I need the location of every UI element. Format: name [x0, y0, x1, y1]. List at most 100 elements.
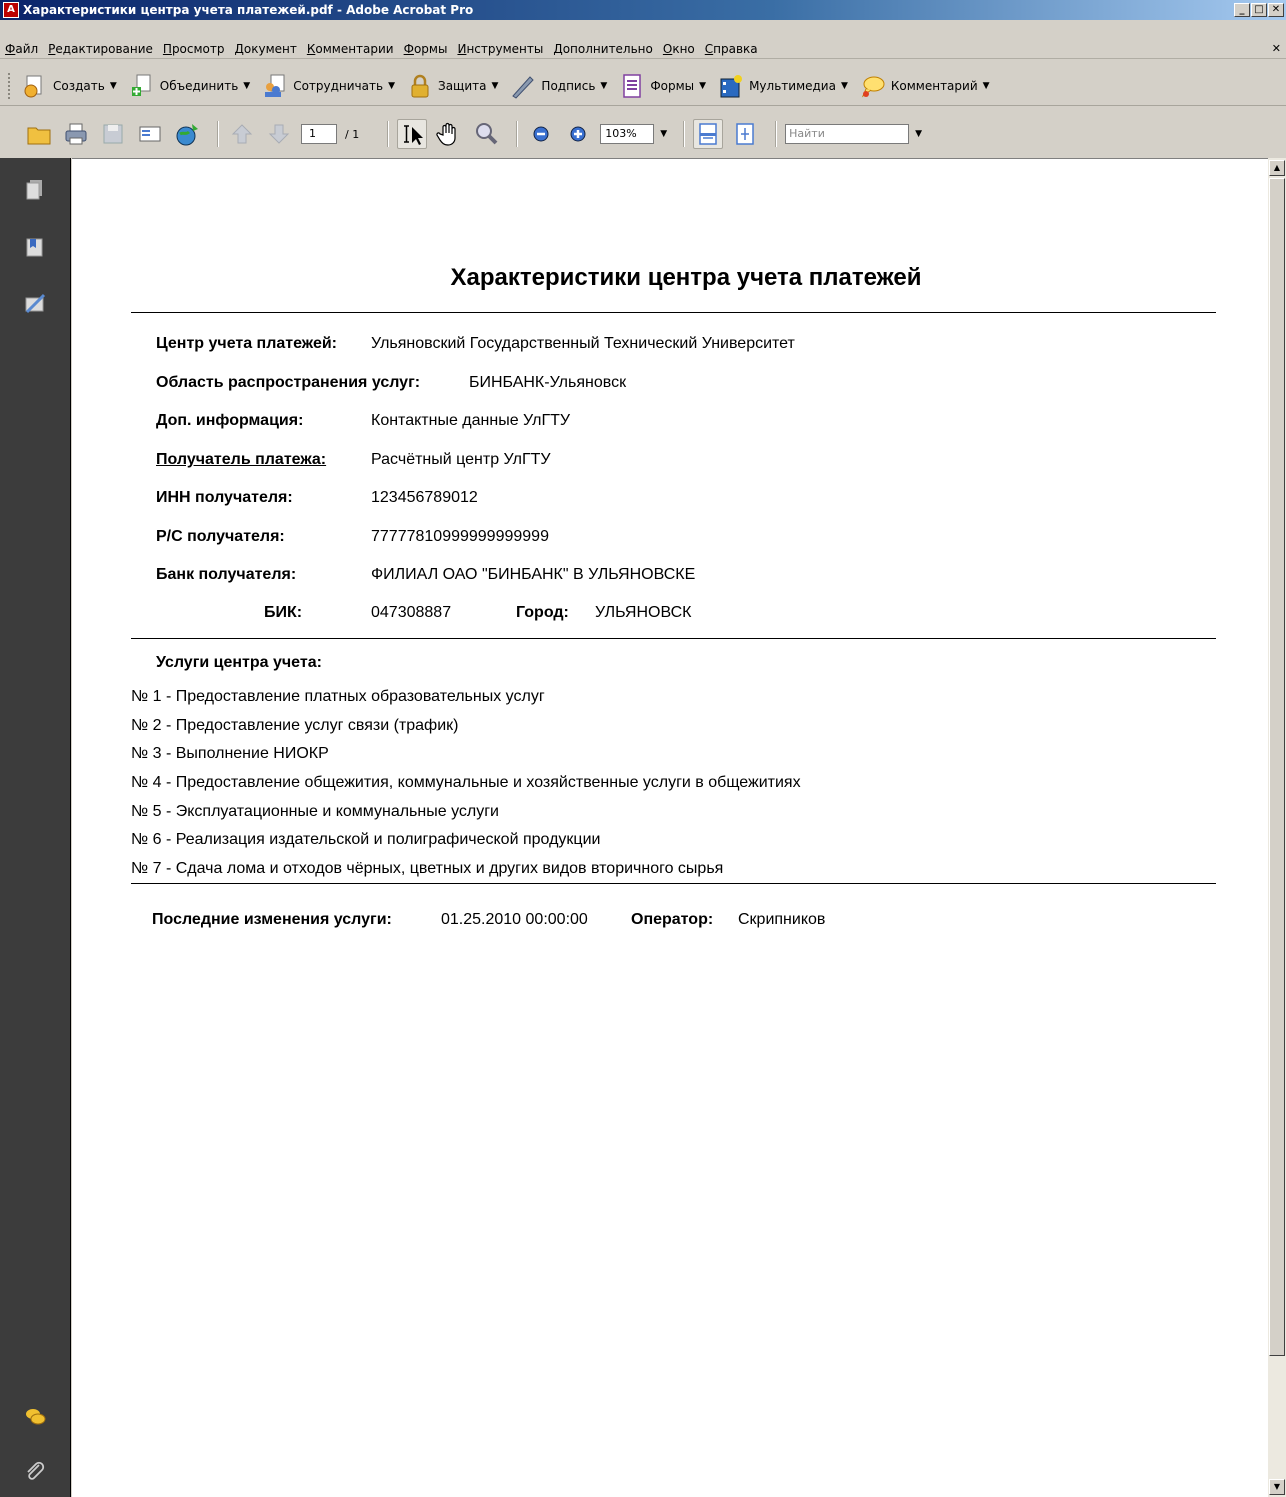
- minimize-button[interactable]: _: [1234, 3, 1250, 17]
- hand-icon: [436, 122, 456, 146]
- divider: [131, 883, 1216, 884]
- comments-panel-button[interactable]: [22, 1404, 48, 1430]
- service-item: № 5 - Эксплуатационные и коммунальные ус…: [131, 803, 499, 820]
- menu-tools[interactable]: Инструменты: [452, 42, 548, 56]
- select-tool-button[interactable]: [397, 119, 428, 149]
- create-label: Создать: [53, 78, 105, 93]
- forms-icon: [623, 73, 642, 98]
- minus-circle-icon: [533, 126, 549, 142]
- toolbar-grip[interactable]: [8, 72, 12, 99]
- fit-page-button[interactable]: [730, 119, 760, 149]
- menu-view[interactable]: Просмотр: [158, 42, 230, 56]
- menu-comments[interactable]: Комментарии: [302, 42, 399, 56]
- attachments-panel-button[interactable]: [22, 1458, 48, 1484]
- scroll-down-button[interactable]: ▼: [1269, 1479, 1285, 1495]
- forms-label: Формы: [650, 78, 695, 93]
- lock-icon: [411, 74, 429, 97]
- save-button[interactable]: [98, 119, 128, 149]
- multimedia-icon: [720, 74, 743, 97]
- scroll-up-button[interactable]: ▲: [1269, 160, 1285, 176]
- chevron-down-icon: ▼: [699, 80, 707, 91]
- toolbar-separator: [775, 121, 778, 147]
- paperclip-icon: [27, 1461, 45, 1480]
- menu-file[interactable]: Файл: [0, 42, 43, 56]
- bank-value: ФИЛИАЛ ОАО "БИНБАНК" В УЛЬЯНОВСКЕ: [371, 566, 696, 583]
- previous-page-button[interactable]: [227, 119, 257, 149]
- page-number-input[interactable]: 1: [301, 124, 337, 144]
- chevron-down-icon: ▼: [840, 80, 848, 91]
- acrobat-app-icon: A: [3, 2, 19, 18]
- last-changed-label: Последние изменения услуги:: [152, 911, 392, 928]
- text-select-icon: [404, 125, 424, 145]
- chevron-down-icon: ▼: [491, 80, 499, 91]
- multimedia-button[interactable]: Мультимедиа ▼: [718, 73, 848, 99]
- menu-window[interactable]: Окно: [658, 42, 700, 56]
- sign-label: Подпись: [541, 78, 596, 93]
- menu-document[interactable]: Документ: [230, 42, 302, 56]
- divider: [131, 312, 1216, 313]
- forms-button[interactable]: Формы ▼: [619, 73, 706, 99]
- menu-help[interactable]: Справка: [700, 42, 763, 56]
- zoom-dropdown-icon[interactable]: ▼: [660, 129, 667, 139]
- protect-label: Защита: [438, 78, 487, 93]
- info-label: Доп. информация:: [156, 412, 304, 429]
- chevron-down-icon: ▼: [109, 80, 117, 91]
- comment-button[interactable]: Комментарий ▼: [860, 73, 990, 99]
- find-dropdown-icon[interactable]: ▼: [915, 129, 922, 139]
- hand-tool-button[interactable]: [434, 119, 464, 149]
- scroll-thumb[interactable]: [1269, 178, 1285, 1356]
- zoom-level-input[interactable]: 103%: [600, 124, 655, 144]
- signatures-panel-button[interactable]: [22, 290, 48, 316]
- inn-value: 123456789012: [371, 489, 478, 506]
- find-input[interactable]: Найти: [785, 124, 910, 144]
- chevron-down-icon: ▼: [388, 80, 395, 91]
- info-value: Контактные данные УлГТУ: [371, 412, 571, 429]
- menu-forms[interactable]: Формы: [399, 42, 453, 56]
- zoom-out-button[interactable]: [526, 119, 556, 149]
- collaborate-button[interactable]: Сотрудничать ▼: [262, 73, 395, 99]
- plus-circle-icon: [570, 126, 586, 142]
- email-button[interactable]: [135, 119, 165, 149]
- chevron-down-icon: ▼: [243, 80, 251, 91]
- maximize-button[interactable]: □: [1251, 3, 1267, 17]
- floppy-disk-icon: [103, 124, 123, 144]
- chevron-down-icon: ▼: [600, 80, 608, 91]
- service-item: № 2 - Предоставление услуг связи (трафик…: [131, 717, 459, 734]
- toolbar-separator: [516, 121, 519, 147]
- close-button[interactable]: ✕: [1268, 3, 1284, 17]
- signature-icon: [25, 293, 46, 314]
- email-icon: [139, 126, 161, 142]
- toolbar-separator: [217, 121, 219, 147]
- print-button[interactable]: [61, 119, 91, 149]
- recipient-label[interactable]: Получатель платежа:: [156, 451, 326, 469]
- protect-button[interactable]: Защита ▼: [407, 73, 498, 99]
- fit-width-button[interactable]: [693, 119, 724, 149]
- combine-button[interactable]: Объединить ▼: [129, 73, 250, 99]
- fit-page-icon: [736, 123, 754, 145]
- operator-label: Оператор:: [631, 911, 714, 928]
- menu-advanced[interactable]: Дополнительно: [548, 42, 658, 56]
- chevron-down-icon: ▼: [982, 80, 990, 91]
- next-page-button[interactable]: [264, 119, 294, 149]
- open-button[interactable]: [24, 119, 54, 149]
- menu-edit[interactable]: Редактирование: [43, 42, 158, 56]
- bik-label: БИК:: [264, 604, 303, 621]
- magnifier-icon: [476, 123, 498, 145]
- zoom-in-button[interactable]: [563, 119, 593, 149]
- divider: [131, 638, 1216, 639]
- create-button[interactable]: Создать ▼: [22, 73, 117, 99]
- recipient-value: Расчётный центр УлГТУ: [371, 451, 551, 468]
- bookmark-icon: [26, 238, 43, 257]
- services-heading: Услуги центра учета:: [156, 654, 322, 671]
- document-page: [72, 158, 1268, 1497]
- vertical-scrollbar[interactable]: ▲ ▼: [1268, 158, 1286, 1497]
- pages-panel-button[interactable]: [22, 176, 48, 202]
- upload-button[interactable]: [172, 119, 202, 149]
- center-label: Центр учета платежей:: [156, 335, 337, 352]
- rs-value: 77777810999999999999: [371, 528, 549, 545]
- close-document-icon[interactable]: ✕: [1272, 42, 1281, 55]
- zoom-tool-button[interactable]: [471, 119, 501, 149]
- sign-button[interactable]: Подпись ▼: [510, 73, 607, 99]
- comment-label: Комментарий: [890, 78, 978, 93]
- bookmarks-panel-button[interactable]: [22, 234, 48, 260]
